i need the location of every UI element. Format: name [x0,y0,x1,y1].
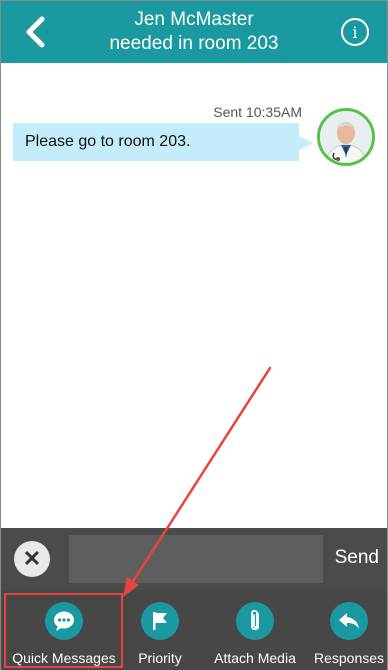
avatar [317,108,375,166]
info-button[interactable]: i [341,18,369,46]
clear-button[interactable]: ✕ [14,541,50,577]
message-toolbar: Quick Messages Priority Attach Media Res… [1,590,387,670]
responses-button[interactable]: Responses [311,590,387,670]
message-input[interactable] [69,535,323,583]
chevron-left-icon [26,16,45,48]
quick-messages-label: Quick Messages [12,650,116,666]
attach-media-label: Attach Media [214,650,296,666]
reply-arrow-icon [330,602,368,640]
info-icon: i [352,22,358,42]
paperclip-icon [236,602,274,640]
attach-media-button[interactable]: Attach Media [203,590,307,670]
close-icon: ✕ [22,546,42,571]
send-button[interactable]: Send [335,547,379,569]
priority-label: Priority [138,650,182,666]
title-recipient: Jen McMaster [134,9,254,30]
app-frame: Jen McMaster needed in room 203 i Sent 1… [0,0,388,670]
priority-button[interactable]: Priority [125,590,195,670]
responses-label: Responses [313,650,385,666]
message-bubble-tail [299,136,313,150]
chat-bubble-icon [45,602,83,640]
compose-bar: ✕ Send [1,528,387,590]
message-sent-status: Sent 10:35AM [213,104,302,120]
conversation-title: Jen McMaster needed in room 203 [71,8,317,56]
title-subject: needed in room 203 [109,33,279,54]
back-button[interactable] [15,11,55,53]
flag-icon [141,602,179,640]
quick-messages-button[interactable]: Quick Messages [9,590,119,670]
message-bubble: Please go to room 203. [13,123,299,161]
doctor-avatar-image [320,111,372,163]
conversation-header: Jen McMaster needed in room 203 i [1,1,387,63]
